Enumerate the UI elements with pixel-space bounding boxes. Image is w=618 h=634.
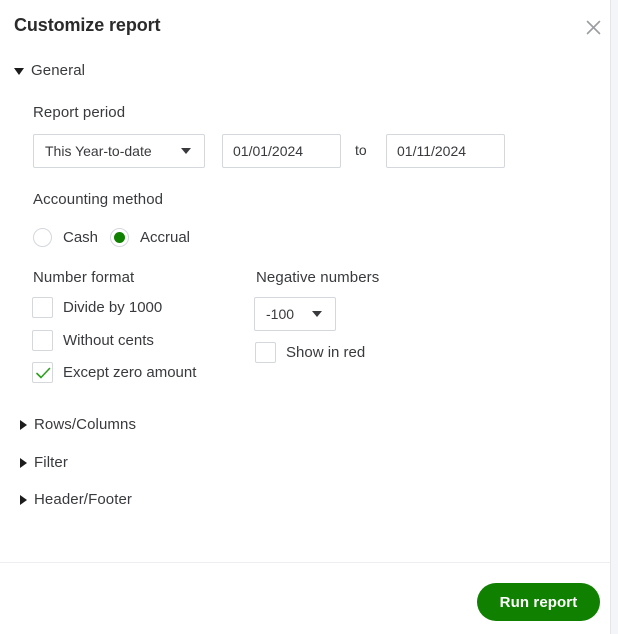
chevron-down-icon (312, 311, 322, 317)
negative-numbers-select[interactable]: -100 (254, 297, 336, 331)
date-to-input[interactable] (386, 134, 505, 168)
section-label-filter: Filter (34, 454, 68, 471)
section-header-header-footer[interactable]: Header/Footer (20, 491, 132, 508)
report-period-value: This Year-to-date (45, 143, 152, 159)
date-range-separator: to (355, 142, 367, 158)
checkbox-except-zero-amount[interactable]: Except zero amount (32, 362, 196, 383)
checkbox-label-show-in-red: Show in red (286, 344, 366, 361)
close-icon[interactable] (580, 14, 606, 40)
chevron-down-icon (181, 148, 191, 154)
checkbox-label-without-cents: Without cents (63, 332, 154, 349)
chevron-down-icon (14, 68, 24, 75)
negative-numbers-label: Negative numbers (256, 269, 380, 286)
checkbox-box-icon (255, 342, 276, 363)
chevron-right-icon (20, 419, 27, 430)
section-label-general: General (31, 62, 86, 79)
radio-accounting-accrual[interactable]: Accrual (110, 228, 190, 247)
checkbox-box-icon (32, 330, 53, 351)
run-report-button[interactable]: Run report (477, 583, 600, 621)
radio-label-accrual: Accrual (140, 229, 191, 246)
checkmark-icon (32, 362, 53, 383)
checkbox-divide-by-1000[interactable]: Divide by 1000 (32, 297, 162, 318)
footer-divider (0, 562, 610, 563)
section-label-header-footer: Header/Footer (34, 491, 133, 508)
section-header-filter[interactable]: Filter (20, 454, 68, 471)
radio-accounting-cash[interactable]: Cash (33, 228, 98, 247)
checkbox-show-in-red[interactable]: Show in red (255, 342, 365, 363)
number-format-label: Number format (33, 269, 135, 286)
panel-header: Customize report (0, 0, 610, 52)
date-from-input[interactable] (222, 134, 341, 168)
checkbox-label-divide-by-1000: Divide by 1000 (63, 299, 163, 316)
negative-numbers-value: -100 (266, 306, 295, 322)
checkbox-label-except-zero-amount: Except zero amount (63, 364, 197, 381)
radio-circle-icon (33, 228, 52, 247)
section-header-rows-columns[interactable]: Rows/Columns (20, 416, 136, 433)
chevron-right-icon (20, 494, 27, 505)
radio-circle-selected-icon (110, 228, 129, 247)
section-header-general[interactable]: General (14, 62, 85, 79)
chevron-right-icon (20, 457, 27, 468)
report-period-select[interactable]: This Year-to-date (33, 134, 205, 168)
customize-report-panel: Customize report General Report period T… (0, 0, 611, 634)
page-title: Customize report (14, 15, 161, 35)
checkbox-without-cents[interactable]: Without cents (32, 330, 154, 351)
checkbox-box-icon (32, 297, 53, 318)
accounting-method-label: Accounting method (33, 191, 164, 208)
section-label-rows-columns: Rows/Columns (34, 416, 137, 433)
radio-label-cash: Cash (63, 229, 99, 246)
report-period-label: Report period (33, 104, 126, 121)
